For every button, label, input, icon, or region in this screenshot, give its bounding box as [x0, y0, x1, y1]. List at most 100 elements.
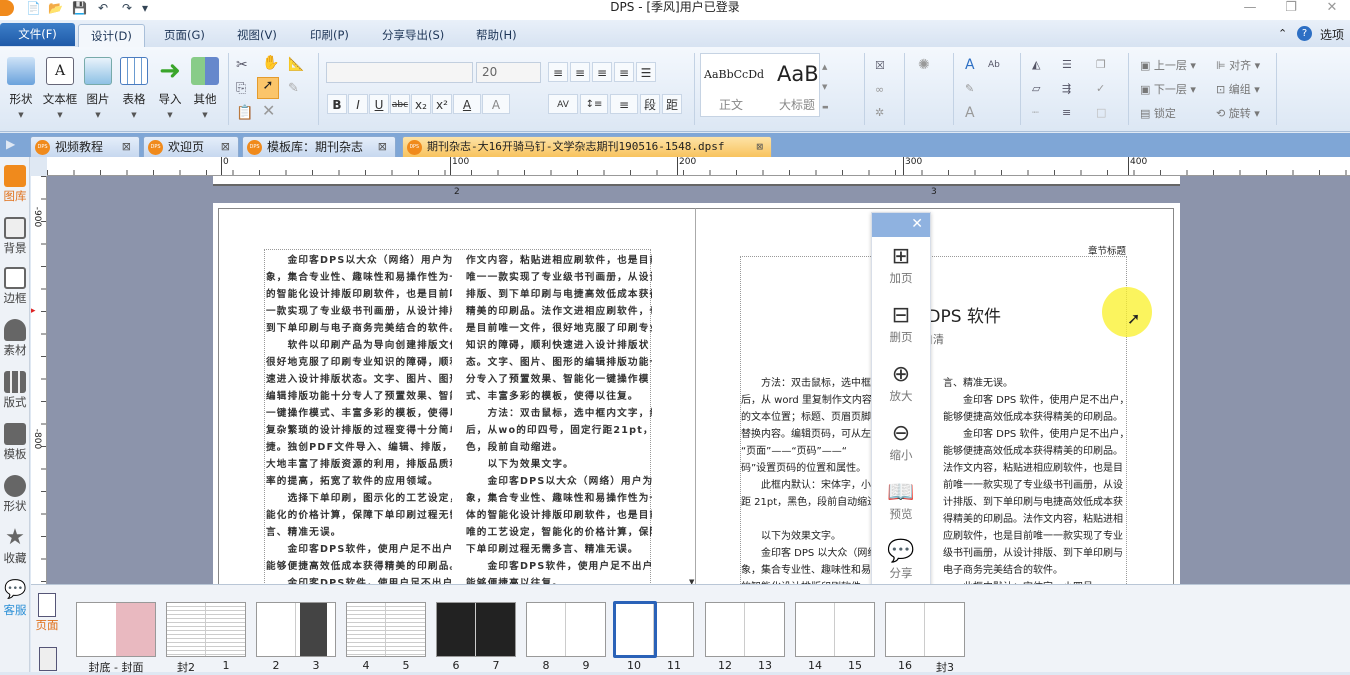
tab-design[interactable]: 设计(D)	[78, 24, 145, 47]
cut-icon[interactable]: ✂	[236, 57, 248, 73]
subscript-button[interactable]: x₂	[411, 94, 431, 114]
add-page-button[interactable]: ⊞ 加页	[872, 237, 930, 296]
collapse-ribbon-icon[interactable]: ⌃	[1278, 27, 1287, 40]
sidebar-item-template[interactable]: 模板	[0, 423, 30, 462]
style-body-sample[interactable]: AaBbCcDd	[704, 68, 764, 81]
text-direction-icon[interactable]: Ab	[988, 57, 1000, 73]
effects-icon[interactable]: ✺	[918, 57, 930, 73]
close-tab-icon[interactable]: ⊠	[122, 137, 131, 157]
minimize-button[interactable]: —	[1240, 0, 1260, 15]
import-button[interactable]: ➜ 导入 ▼	[152, 57, 188, 119]
thumbnail-spread[interactable]	[256, 602, 336, 657]
spellcheck-icon[interactable]: ✎	[965, 81, 974, 97]
pages-tab[interactable]: 页面	[33, 593, 61, 633]
hand-tool-icon[interactable]: ✋	[262, 55, 279, 71]
sidebar-item-shape[interactable]: 形状	[0, 475, 30, 514]
file-menu[interactable]: 文件(F)	[0, 23, 75, 46]
line-color-icon[interactable]: ▱	[1032, 81, 1040, 97]
font-color-button[interactable]: A	[453, 94, 481, 114]
tab-view[interactable]: 视图(V)	[225, 24, 289, 47]
superscript-button[interactable]: x²	[432, 94, 452, 114]
close-tab-icon[interactable]: ⊠	[378, 137, 387, 157]
select-tool-icon[interactable]: ➚	[257, 77, 279, 99]
table-button[interactable]: 表格 ▼	[116, 57, 152, 119]
sidebar-item-gallery[interactable]: 图库	[0, 165, 30, 204]
thumbnail-spread[interactable]	[526, 602, 606, 657]
unlink-icon[interactable]: ✲	[875, 105, 884, 121]
shadow-icon[interactable]: ❐	[1096, 57, 1106, 73]
link-icon[interactable]: ∞	[875, 82, 884, 98]
thumbnail-spread[interactable]	[613, 601, 694, 658]
toggle-panel-icon[interactable]: ▶	[6, 137, 15, 151]
lock-button[interactable]: ▤ 锁定	[1140, 106, 1176, 122]
close-tab-icon[interactable]: ⊠	[756, 137, 763, 157]
style-body-label[interactable]: 正文	[719, 96, 743, 113]
close-tab-icon[interactable]: ⊠	[221, 137, 230, 157]
page-canvas[interactable]: 2 3 金印客DPS以大众（网络）用户为对 象，集合专业性、趣味性和易操作性为一体…	[47, 176, 1350, 584]
text-style-icon[interactable]: A	[965, 57, 975, 73]
help-icon[interactable]: ?	[1297, 26, 1312, 41]
font-size-select[interactable]: 20	[476, 62, 541, 83]
send-backward-button[interactable]: ▣ 下一层 ▾	[1140, 82, 1196, 98]
sidebar-item-layout[interactable]: 版式	[0, 371, 30, 410]
sidebar-item-border[interactable]: 边框	[0, 267, 30, 306]
styles-scroll[interactable]: ▲ ▼ ▬	[822, 57, 829, 117]
list-button[interactable]: ≡	[610, 94, 638, 114]
strikethrough-button[interactable]: abc	[390, 94, 410, 114]
spacing-button[interactable]: 距	[662, 94, 682, 114]
share-button[interactable]: 💬 分享	[872, 532, 930, 591]
check-icon[interactable]: ✓	[1096, 81, 1105, 97]
chapter-title[interactable]: 章节标题	[1088, 243, 1126, 257]
thumbnail-spread[interactable]	[436, 602, 516, 657]
align-right-icon[interactable]: ≡	[592, 62, 612, 82]
doc-tab-current-document[interactable]: DPS 期刊杂志-大16开骑马钉-文学杂志期刊190516-1548.dpsf ⊠	[402, 136, 772, 157]
thumbnail-spread[interactable]	[346, 602, 426, 657]
bold-button[interactable]: B	[327, 94, 347, 114]
dash-style-icon[interactable]: ┈	[1032, 105, 1039, 121]
format-painter-icon[interactable]: ✎	[288, 81, 299, 97]
style-heading-label[interactable]: 大标题	[779, 96, 815, 113]
image-button[interactable]: 图片 ▼	[80, 57, 116, 119]
font-name-select[interactable]	[326, 62, 473, 83]
preview-button[interactable]: 📖 预览	[872, 473, 930, 532]
zoom-in-button[interactable]: ⊕ 放大	[872, 355, 930, 414]
restore-button[interactable]: ❐	[1281, 0, 1301, 15]
copy-icon[interactable]: ⎘	[236, 81, 246, 97]
sidebar-item-favorites[interactable]: ★ 收藏	[0, 527, 30, 566]
right-page[interactable]: 章节标题 金印客 DPS 软件 自清 方法：双击鼠标，选中框 后，从 word 里…	[696, 208, 1174, 584]
transparency-icon[interactable]: □	[1096, 105, 1106, 121]
sidebar-item-customer-service[interactable]: 💬 客服	[0, 579, 30, 618]
char-spacing-button[interactable]: AV	[548, 94, 578, 114]
left-page[interactable]: 金印客DPS以大众（网络）用户为对 象，集合专业性、趣味性和易操作性为一体 的智能化…	[218, 208, 696, 584]
checkbox-frame-icon[interactable]: ☒	[875, 58, 885, 74]
horizontal-ruler[interactable]: 0 100 200 300 400	[47, 157, 1350, 176]
options-button[interactable]: 选项	[1320, 26, 1344, 43]
highlight-button[interactable]: A	[482, 94, 510, 114]
line-weight-icon[interactable]: ≡	[1062, 105, 1071, 121]
tab-help[interactable]: 帮助(H)	[464, 24, 529, 47]
distribute-icon[interactable]: ☰	[636, 62, 656, 82]
bring-forward-button[interactable]: ▣ 上一层 ▾	[1140, 58, 1196, 74]
tab-share-export[interactable]: 分享导出(S)	[370, 24, 456, 47]
doc-tab-template-library[interactable]: DPS 模板库：期刊杂志 ⊠	[242, 136, 396, 157]
vertical-ruler[interactable]: -900 -800 ▸	[31, 176, 47, 584]
align-left-icon[interactable]: ≡	[548, 62, 568, 82]
group-button[interactable]: ⊡ 编组 ▾	[1216, 82, 1260, 98]
line-style-icon[interactable]: ☰	[1062, 57, 1072, 73]
paragraph-button[interactable]: 段	[640, 94, 660, 114]
zoom-out-button[interactable]: ⊖ 缩小	[872, 414, 930, 473]
justify-icon[interactable]: ≡	[614, 62, 634, 82]
ruler-tool-icon[interactable]: 📐	[288, 57, 304, 73]
tab-print[interactable]: 印刷(P)	[298, 24, 361, 47]
thumbnail-spread[interactable]	[885, 602, 965, 657]
line-spacing-button[interactable]: ↕≡	[580, 94, 608, 114]
delete-page-button[interactable]: ⊟ 删页	[872, 296, 930, 355]
rotate-button[interactable]: ⟲ 旋转 ▾	[1216, 106, 1260, 122]
sidebar-item-background[interactable]: 背景	[0, 217, 30, 256]
close-button[interactable]: ✕	[1322, 0, 1342, 15]
thumbnail-spread[interactable]	[166, 602, 246, 657]
thumbnail-spread[interactable]	[76, 602, 156, 657]
thumbnail-spread[interactable]	[705, 602, 785, 657]
textbox-button[interactable]: A 文本框 ▼	[40, 57, 80, 119]
delete-icon[interactable]: ✕	[262, 103, 275, 119]
